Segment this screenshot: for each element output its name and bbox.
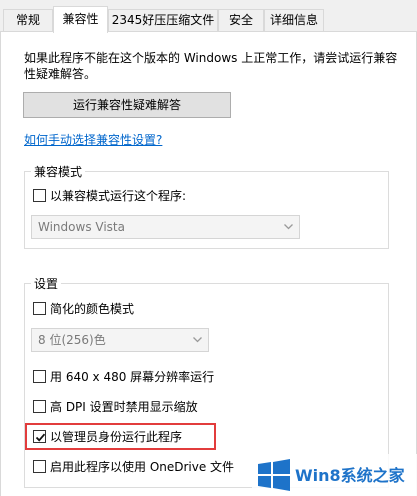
reduced-color-label: 简化的颜色模式 bbox=[50, 302, 135, 316]
tab-security[interactable]: 安全 bbox=[218, 9, 264, 31]
res-640-checkbox[interactable] bbox=[33, 370, 46, 383]
os-version-select[interactable]: Windows Vista bbox=[31, 215, 300, 239]
tab-details[interactable]: 详细信息 bbox=[264, 9, 324, 31]
os-version-value: Windows Vista bbox=[38, 220, 125, 234]
res-640-label: 用 640 x 480 屏幕分辨率运行 bbox=[50, 370, 215, 384]
compat-mode-legend: 兼容模式 bbox=[31, 163, 86, 180]
tab-2345-archive[interactable]: 2345好压压缩文件 bbox=[108, 9, 218, 31]
high-dpi-checkbox[interactable] bbox=[33, 400, 46, 413]
tab-compatibility[interactable]: 兼容性 bbox=[53, 6, 108, 33]
settings-legend: 设置 bbox=[31, 275, 62, 292]
description-text: 如果此程序不能在这个版本的 Windows 上正常工作，请尝试运行兼容性疑难解答… bbox=[24, 51, 398, 81]
manual-settings-link[interactable]: 如何手动选择兼容性设置? bbox=[24, 131, 162, 148]
color-depth-select[interactable]: 8 位(256)色 bbox=[31, 328, 209, 352]
run-troubleshooter-button[interactable]: 运行兼容性疑难解答 bbox=[23, 92, 231, 118]
onedrive-checkbox[interactable] bbox=[33, 460, 46, 473]
tab-general[interactable]: 常规 bbox=[3, 9, 53, 31]
compat-mode-checkbox[interactable] bbox=[33, 189, 46, 202]
tab-strip: 常规 兼容性 2345好压压缩文件 安全 详细信息 bbox=[0, 0, 417, 33]
color-depth-value: 8 位(256)色 bbox=[38, 333, 106, 347]
onedrive-label: 启用此程序以使用 OneDrive 文件 bbox=[50, 460, 235, 474]
compat-mode-label: 以兼容模式运行这个程序: bbox=[50, 189, 187, 203]
chevron-down-icon bbox=[284, 224, 293, 230]
chevron-down-icon bbox=[193, 337, 202, 343]
high-dpi-label: 高 DPI 设置时禁用显示缩放 bbox=[50, 400, 198, 414]
watermark-text: Win8系统之家 bbox=[295, 466, 405, 485]
highlight-box bbox=[25, 423, 216, 450]
reduced-color-checkbox[interactable] bbox=[33, 302, 46, 315]
